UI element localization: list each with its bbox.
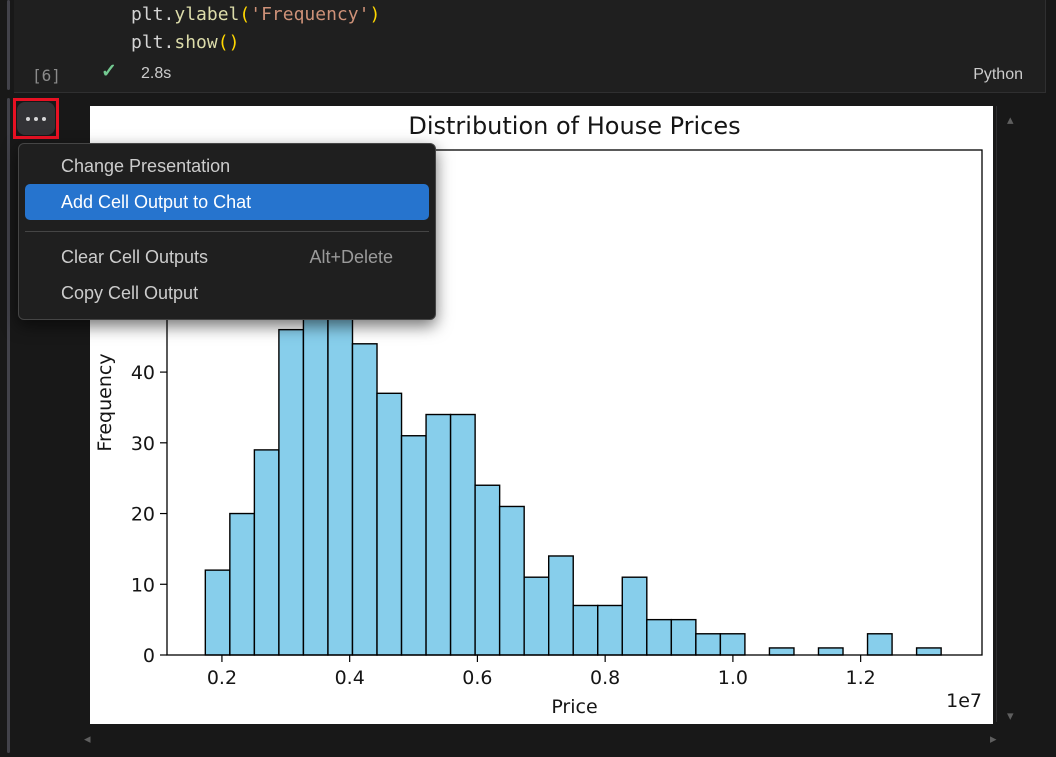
x-tick-label: 1.2 xyxy=(846,667,876,689)
scroll-left-icon[interactable]: ◂ xyxy=(84,732,91,745)
histogram-bar xyxy=(451,415,476,655)
code-token: 'Frequency' xyxy=(250,4,369,25)
menu-item-clear-cell-outputs[interactable]: Clear Cell Outputs Alt+Delete xyxy=(25,239,429,275)
histogram-bar xyxy=(230,514,255,655)
histogram-bar xyxy=(402,436,427,655)
x-tick-label: 1.0 xyxy=(718,667,748,689)
menu-separator xyxy=(25,231,429,232)
histogram-bar xyxy=(868,634,893,655)
code-token: plt xyxy=(131,32,164,53)
cell-output-context-menu: Change Presentation Add Cell Output to Ch… xyxy=(18,143,436,320)
check-icon: ✓ xyxy=(101,60,117,83)
histogram-bar xyxy=(475,485,500,655)
histogram-bar xyxy=(352,344,377,655)
menu-item-change-presentation[interactable]: Change Presentation xyxy=(25,148,429,184)
y-tick-label: 0 xyxy=(143,645,155,667)
histogram-bar xyxy=(696,634,721,655)
histogram-bar xyxy=(524,577,549,655)
scroll-right-icon[interactable]: ▸ xyxy=(990,732,997,745)
histogram-bar xyxy=(671,620,696,655)
output-right-border xyxy=(996,106,997,722)
histogram-bar xyxy=(549,556,574,655)
histogram-bar xyxy=(426,415,451,655)
y-axis-label: Frequency xyxy=(94,353,116,451)
menu-item-label: Copy Cell Output xyxy=(61,283,198,304)
histogram-bar xyxy=(818,648,843,655)
menu-item-label: Change Presentation xyxy=(61,156,230,177)
y-tick-label: 20 xyxy=(131,504,155,526)
histogram-bar xyxy=(573,605,598,655)
code-token: ylabel xyxy=(174,4,239,25)
histogram-bar xyxy=(720,634,745,655)
y-tick-label: 30 xyxy=(131,433,155,455)
execution-count: [6] xyxy=(32,66,61,85)
histogram-bar xyxy=(917,648,942,655)
histogram-bar xyxy=(254,450,279,655)
scroll-down-icon[interactable]: ▾ xyxy=(1007,709,1014,722)
chart-title: Distribution of House Prices xyxy=(408,112,740,140)
ellipsis-icon xyxy=(42,117,46,121)
code-token: . xyxy=(164,32,175,53)
histogram-bar xyxy=(205,570,230,655)
code-token: ( xyxy=(218,32,229,53)
cell-focus-bar-bottom xyxy=(7,98,10,753)
histogram-bar xyxy=(622,577,647,655)
menu-item-shortcut: Alt+Delete xyxy=(309,247,393,268)
histogram-bar xyxy=(279,330,304,655)
code-cell: [6] plt.ylabel('Frequency')plt.show() ✓ … xyxy=(14,0,1046,93)
x-tick-label: 0.8 xyxy=(590,667,620,689)
y-tick-label: 40 xyxy=(131,362,155,384)
ellipsis-icon xyxy=(26,117,30,121)
x-tick-label: 0.4 xyxy=(335,667,365,689)
scroll-up-icon[interactable]: ▴ xyxy=(1007,113,1014,126)
menu-item-label: Add Cell Output to Chat xyxy=(61,192,251,213)
execution-duration: 2.8s xyxy=(141,65,171,83)
x-tick-label: 0.2 xyxy=(207,667,237,689)
code-line[interactable]: plt.ylabel('Frequency') xyxy=(131,1,380,29)
x-axis-label: Price xyxy=(551,696,597,718)
y-tick-label: 10 xyxy=(131,574,155,596)
menu-item-copy-cell-output[interactable]: Copy Cell Output xyxy=(25,275,429,311)
code-token: show xyxy=(174,32,217,53)
histogram-bar xyxy=(598,605,623,655)
histogram-bar xyxy=(377,393,402,655)
code-token: ( xyxy=(239,4,250,25)
histogram-bar xyxy=(769,648,794,655)
histogram-bar xyxy=(647,620,672,655)
cell-focus-bar-top xyxy=(7,0,10,90)
code-token: . xyxy=(164,4,175,25)
language-picker[interactable]: Python xyxy=(967,64,1029,86)
menu-item-label: Clear Cell Outputs xyxy=(61,247,208,268)
code-token: ) xyxy=(369,4,380,25)
x-tick-label: 0.6 xyxy=(462,667,492,689)
histogram-bar xyxy=(500,506,525,655)
cell-output-menu-button[interactable] xyxy=(17,102,55,135)
x-axis-offset-label: 1e7 xyxy=(946,690,982,712)
menu-item-add-cell-output-to-chat[interactable]: Add Cell Output to Chat xyxy=(25,184,429,220)
code-token: ) xyxy=(229,32,240,53)
code-line[interactable]: plt.show() xyxy=(131,29,380,57)
ellipsis-icon xyxy=(34,117,38,121)
code-token: plt xyxy=(131,4,164,25)
code-editor[interactable]: plt.ylabel('Frequency')plt.show() xyxy=(131,1,380,57)
